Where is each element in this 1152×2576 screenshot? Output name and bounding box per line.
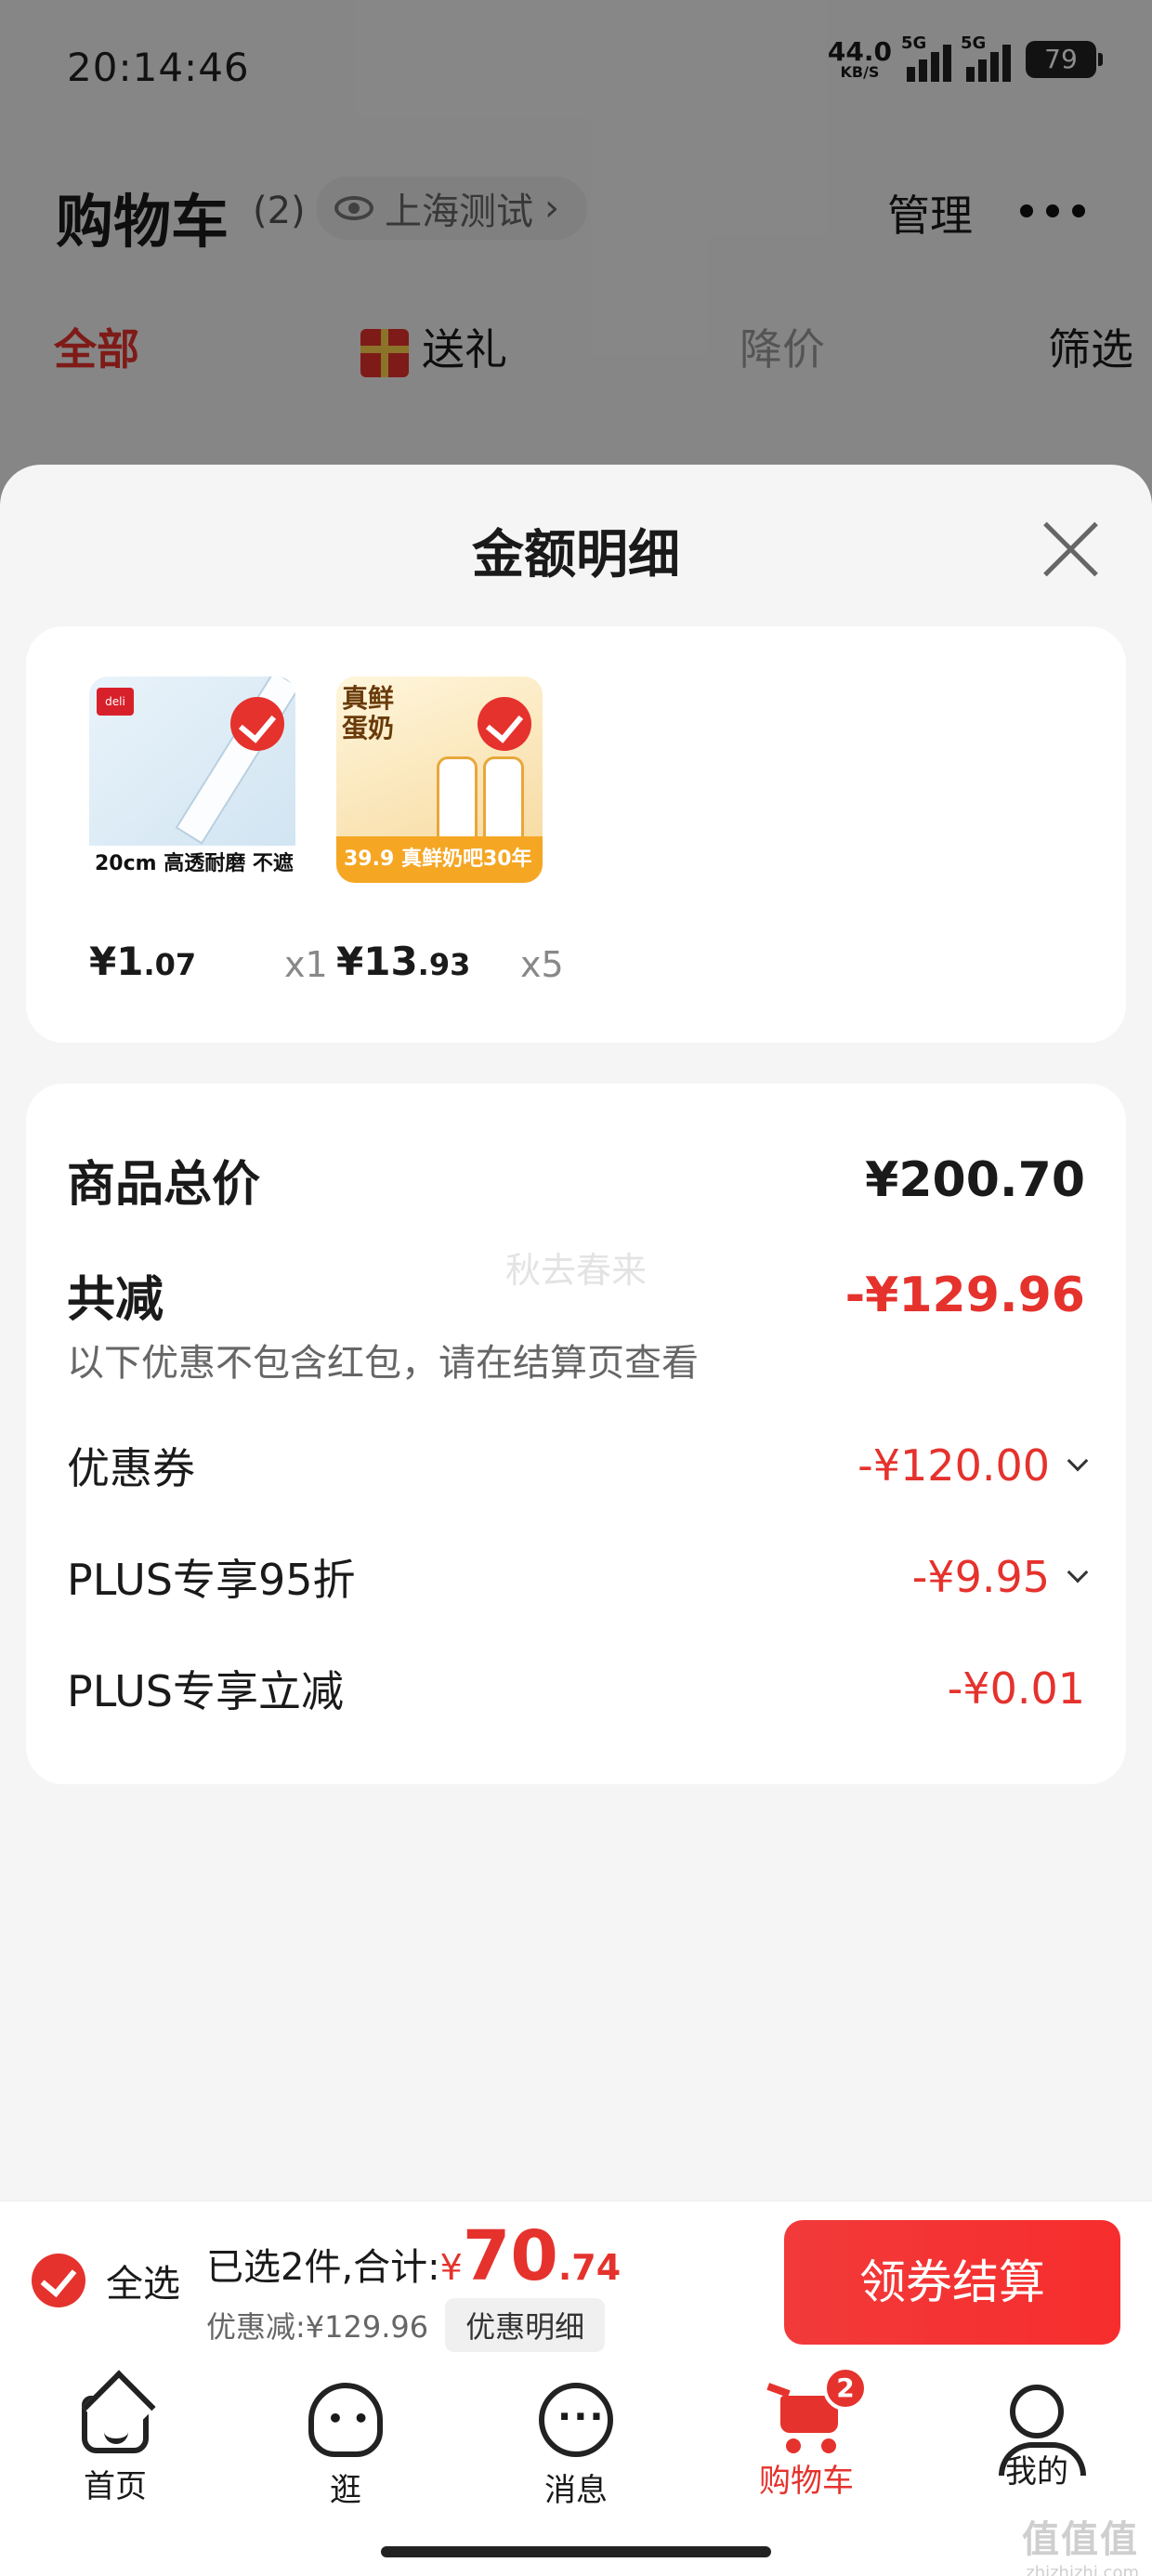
nav-messages[interactable]: 消息 bbox=[461, 2383, 691, 2510]
bottle-image bbox=[483, 756, 524, 849]
select-all-toggle[interactable]: 全选 bbox=[32, 2254, 180, 2307]
coupon-label: 优惠券 bbox=[67, 1443, 195, 1493]
discount-summary: 优惠减:¥129.96 优惠明细 bbox=[206, 2298, 606, 2352]
bottom-nav: 首页 逛 消息 2 购物车 我的 bbox=[0, 2364, 1152, 2576]
coupon-row[interactable]: 优惠券 -¥120.00 bbox=[67, 1435, 1089, 1496]
site-watermark: 值值值 zhizhizhi.com bbox=[1022, 2518, 1139, 2576]
chevron-down-icon bbox=[1067, 1561, 1089, 1584]
nav-home[interactable]: 首页 bbox=[0, 2383, 230, 2506]
profile-icon bbox=[999, 2385, 1086, 2476]
plus-discount-label: PLUS专享95折 bbox=[67, 1555, 356, 1605]
checked-icon bbox=[230, 697, 284, 751]
product-headline: 真鲜蛋奶 bbox=[342, 683, 395, 743]
amount-detail-sheet: 金额明细 deli 20cm 高透耐磨 不遮画面 ¥1.07 x1 真鲜蛋奶 3… bbox=[0, 465, 1152, 2202]
nav-cart[interactable]: 2 购物车 bbox=[691, 2366, 922, 2501]
product-thumbnail[interactable]: deli 20cm 高透耐磨 不遮画面 bbox=[89, 677, 295, 883]
chevron-down-icon bbox=[1067, 1450, 1089, 1472]
checkout-button[interactable]: 领券结算 bbox=[784, 2220, 1120, 2345]
plus-reduction-label: PLUS专享立减 bbox=[67, 1666, 344, 1716]
home-indicator[interactable] bbox=[381, 2546, 771, 2557]
reduction-label: 共减 bbox=[67, 1272, 164, 1328]
coupon-value: -¥120.00 bbox=[857, 1440, 1089, 1491]
total-amount: 70 bbox=[462, 2216, 558, 2296]
price-detail-card: 秋去春来 商品总价 ¥200.70 共减 -¥129.96 以下优惠不包含红包，… bbox=[26, 1084, 1126, 1784]
close-icon[interactable] bbox=[1039, 517, 1104, 582]
discount-detail-button[interactable]: 优惠明细 bbox=[445, 2298, 606, 2352]
product-price: ¥13.93 bbox=[336, 939, 471, 984]
nav-browse[interactable]: 逛 bbox=[230, 2383, 461, 2510]
total-label: 商品总价 bbox=[67, 1157, 261, 1213]
product-thumbnail[interactable]: 真鲜蛋奶 39.9 真鲜奶吧30年王牌 bbox=[336, 677, 543, 883]
product-banner: 20cm 高透耐磨 不遮画面 bbox=[89, 846, 295, 883]
home-icon bbox=[82, 2396, 149, 2453]
product-quantity: x5 bbox=[520, 944, 564, 985]
plus-reduction-value: -¥0.01 bbox=[947, 1663, 1085, 1714]
plus-discount-row[interactable]: PLUS专享95折 -¥9.95 bbox=[67, 1546, 1089, 1608]
product-item: deli 20cm 高透耐磨 不遮画面 ¥1.07 x1 bbox=[89, 677, 328, 985]
bottle-image bbox=[437, 756, 478, 849]
reduction-value: -¥129.96 bbox=[844, 1267, 1085, 1323]
product-price: ¥1.07 bbox=[89, 939, 197, 984]
reduction-row: 共减 -¥129.96 bbox=[67, 1260, 1085, 1330]
checkout-bar: 全选 已选2件,合计: ¥ 70 .74 优惠减:¥129.96 优惠明细 领券… bbox=[0, 2201, 1152, 2364]
modal-overlay[interactable] bbox=[0, 0, 1152, 520]
product-quantity: x1 bbox=[284, 944, 328, 985]
total-summary: 已选2件,合计: ¥ 70 .74 bbox=[206, 2216, 622, 2296]
product-banner: 39.9 真鲜奶吧30年王牌 bbox=[336, 836, 543, 883]
reduction-note: 以下优惠不包含红包，请在结算页查看 bbox=[67, 1342, 699, 1385]
nav-profile[interactable]: 我的 bbox=[922, 2383, 1152, 2491]
checked-icon bbox=[32, 2254, 85, 2307]
select-all-label: 全选 bbox=[106, 2263, 180, 2306]
ruler-image bbox=[175, 677, 295, 845]
plus-discount-value: -¥9.95 bbox=[912, 1552, 1089, 1602]
cart-icon: 2 bbox=[766, 2366, 868, 2453]
total-value: ¥200.70 bbox=[865, 1151, 1085, 1208]
checked-icon bbox=[478, 697, 531, 751]
message-icon bbox=[539, 2383, 613, 2457]
browse-icon bbox=[308, 2383, 383, 2457]
total-row: 商品总价 ¥200.70 bbox=[67, 1145, 1085, 1215]
plus-reduction-row: PLUS专享立减 -¥0.01 bbox=[67, 1658, 1085, 1719]
product-summary-card: deli 20cm 高透耐磨 不遮画面 ¥1.07 x1 真鲜蛋奶 39.9 真… bbox=[26, 626, 1126, 1043]
product-item: 真鲜蛋奶 39.9 真鲜奶吧30年王牌 ¥13.93 x5 bbox=[336, 677, 564, 985]
cart-badge: 2 bbox=[823, 2366, 868, 2411]
sheet-title: 金额明细 bbox=[472, 525, 680, 585]
brand-logo: deli bbox=[97, 688, 134, 716]
